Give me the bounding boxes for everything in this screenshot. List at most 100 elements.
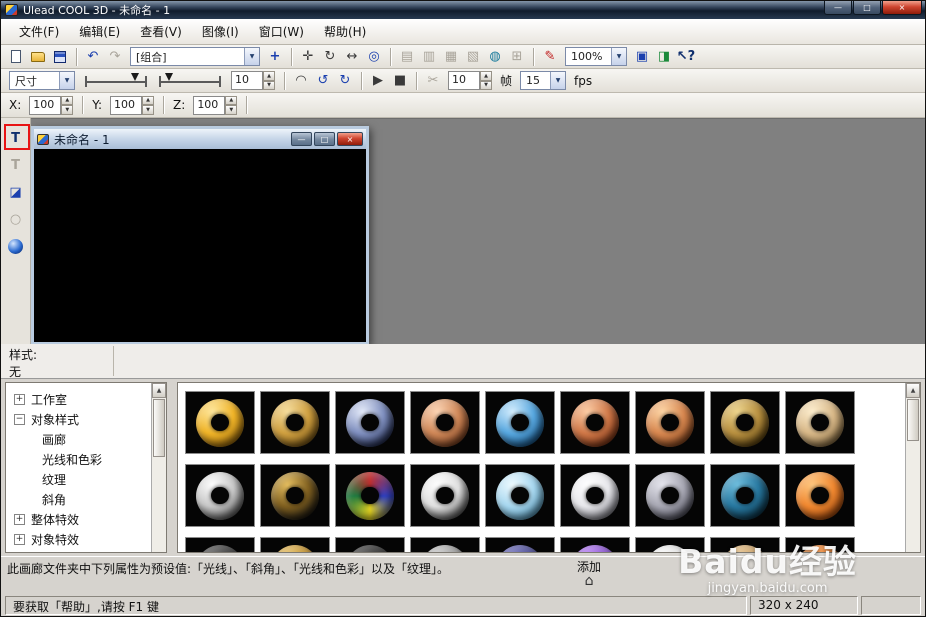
arrange-icon-4[interactable]: ▧ [463,47,483,67]
dropdown-icon[interactable]: ▼ [611,48,626,65]
scrollbar-thumb[interactable] [907,399,919,441]
document-canvas[interactable] [34,149,366,342]
gallery-item[interactable] [335,391,405,454]
gallery-scrollbar[interactable]: ▲ ▼ [905,383,920,552]
tree-scrollbar[interactable]: ▲ ▼ [151,383,166,552]
play-icon[interactable]: ▶ [368,71,388,91]
tree-toggle-icon[interactable]: − [14,413,25,425]
zoom-tool-icon[interactable]: ○ [5,208,27,230]
help-pointer-icon[interactable]: ↖? [676,47,696,67]
scrollbar-thumb[interactable] [153,399,165,457]
dropdown-icon[interactable]: ▼ [550,72,566,89]
size-combo[interactable]: 尺寸 ▼ [9,71,75,90]
gallery-item[interactable] [635,464,705,527]
gallery-item[interactable] [185,391,255,454]
gallery-item[interactable] [710,537,780,552]
menu-item-view[interactable]: 查看(V) [130,20,192,43]
export-image-icon[interactable]: ▣ [632,47,652,67]
scroll-up-icon[interactable]: ▲ [906,383,920,398]
gallery-item[interactable] [635,537,705,552]
document-maximize-button[interactable]: □ [314,132,335,146]
tree-item-gallery[interactable]: 画廊 [8,429,164,449]
arc-path-icon[interactable]: ◠ [291,71,311,91]
spin-up-icon[interactable]: ▲ [480,71,492,81]
duration-value[interactable]: 10 [231,71,263,90]
gallery-item[interactable] [485,464,555,527]
gallery-item[interactable] [410,391,480,454]
dropdown-icon[interactable]: ▼ [59,72,74,89]
y-spinner[interactable]: 100 ▲ ▼ [110,95,155,115]
z-spinner[interactable]: 100 ▲ ▼ [193,95,238,115]
tree-item-object-fx[interactable]: + 对象特效 [8,529,164,549]
sphere-tool-icon[interactable] [5,235,27,257]
resize-tool-icon[interactable]: ↔ [342,47,362,67]
add-widget[interactable]: 添加 ⌂ [577,560,601,589]
x-value[interactable]: 100 [29,95,62,115]
spin-up-icon[interactable]: ▲ [142,95,155,105]
target-icon[interactable]: ◎ [364,47,384,67]
dropdown-icon[interactable]: ▼ [244,48,259,65]
document-minimize-button[interactable]: — [291,132,312,146]
menu-item-file[interactable]: 文件(F) [9,20,69,43]
rotate-cw-icon[interactable]: ↻ [335,71,355,91]
gallery-item[interactable] [785,537,855,552]
maximize-button[interactable]: □ [853,1,881,15]
titlebar[interactable]: Ulead COOL 3D - 未命名 - 1 [1,1,925,19]
undo-icon[interactable]: ↶ [83,47,103,67]
redo-icon[interactable]: ↷ [105,47,125,67]
tree-item-texture[interactable]: 纹理 [8,469,164,489]
frame-spinner[interactable]: 10 ▲ ▼ [448,71,492,90]
size-slider[interactable] [85,72,147,89]
zoom-combo[interactable]: 100% ▼ [565,47,627,66]
spin-up-icon[interactable]: ▲ [225,95,238,105]
gallery-item[interactable] [260,464,330,527]
tree-toggle-icon[interactable]: + [14,513,25,525]
spin-down-icon[interactable]: ▼ [225,105,238,115]
tree-item-bevel[interactable]: 斜角 [8,489,164,509]
gallery-item[interactable] [260,391,330,454]
gallery-item[interactable] [785,391,855,454]
gallery-item[interactable] [260,537,330,552]
gallery-item[interactable] [635,391,705,454]
gallery-item[interactable] [710,464,780,527]
insert-text-icon[interactable]: + [265,47,285,67]
gallery-item[interactable] [185,464,255,527]
document-titlebar[interactable]: 未命名 - 1 — □ × [34,129,366,149]
gallery-item[interactable] [335,464,405,527]
gallery-item[interactable] [185,537,255,552]
gallery-item[interactable] [410,464,480,527]
arrange-icon-2[interactable]: ▥ [419,47,439,67]
minimize-button[interactable]: — [824,1,852,15]
arrange-icon-3[interactable]: ▦ [441,47,461,67]
gallery-item[interactable] [710,391,780,454]
spin-down-icon[interactable]: ▼ [142,105,155,115]
export-video-icon[interactable]: ◨ [654,47,674,67]
rotate-tool-icon[interactable]: ↻ [320,47,340,67]
gallery-item[interactable] [335,537,405,552]
y-value[interactable]: 100 [110,95,143,115]
arrange-icon-1[interactable]: ▤ [397,47,417,67]
frame-value[interactable]: 10 [448,71,480,90]
home-icon[interactable]: ⌂ [585,573,594,589]
spin-up-icon[interactable]: ▲ [263,71,275,81]
menu-item-help[interactable]: 帮助(H) [314,20,376,43]
x-spinner[interactable]: 100 ▲ ▼ [29,95,74,115]
group-combo[interactable]: [组合] ▼ [130,47,260,66]
menu-item-image[interactable]: 图像(I) [192,20,249,43]
duration-spinner[interactable]: 10 ▲ ▼ [231,71,275,90]
gallery-item[interactable] [560,464,630,527]
tree-item-global-fx[interactable]: + 整体特效 [8,509,164,529]
split-icon[interactable]: ✂ [423,71,443,91]
gallery-item[interactable] [410,537,480,552]
spin-down-icon[interactable]: ▼ [61,105,74,115]
pan-tool-icon[interactable]: ✛ [298,47,318,67]
rotate-ccw-icon[interactable]: ↺ [313,71,333,91]
slider-pointer[interactable] [131,72,139,81]
tree-item-studio[interactable]: + 工作室 [8,389,164,409]
edit-text-tool-icon[interactable]: T [5,154,27,176]
save-icon[interactable] [50,47,70,67]
close-button[interactable]: × [882,1,922,15]
scroll-up-icon[interactable]: ▲ [152,383,166,398]
document-close-button[interactable]: × [337,132,363,146]
tree-toggle-icon[interactable]: + [14,393,25,405]
